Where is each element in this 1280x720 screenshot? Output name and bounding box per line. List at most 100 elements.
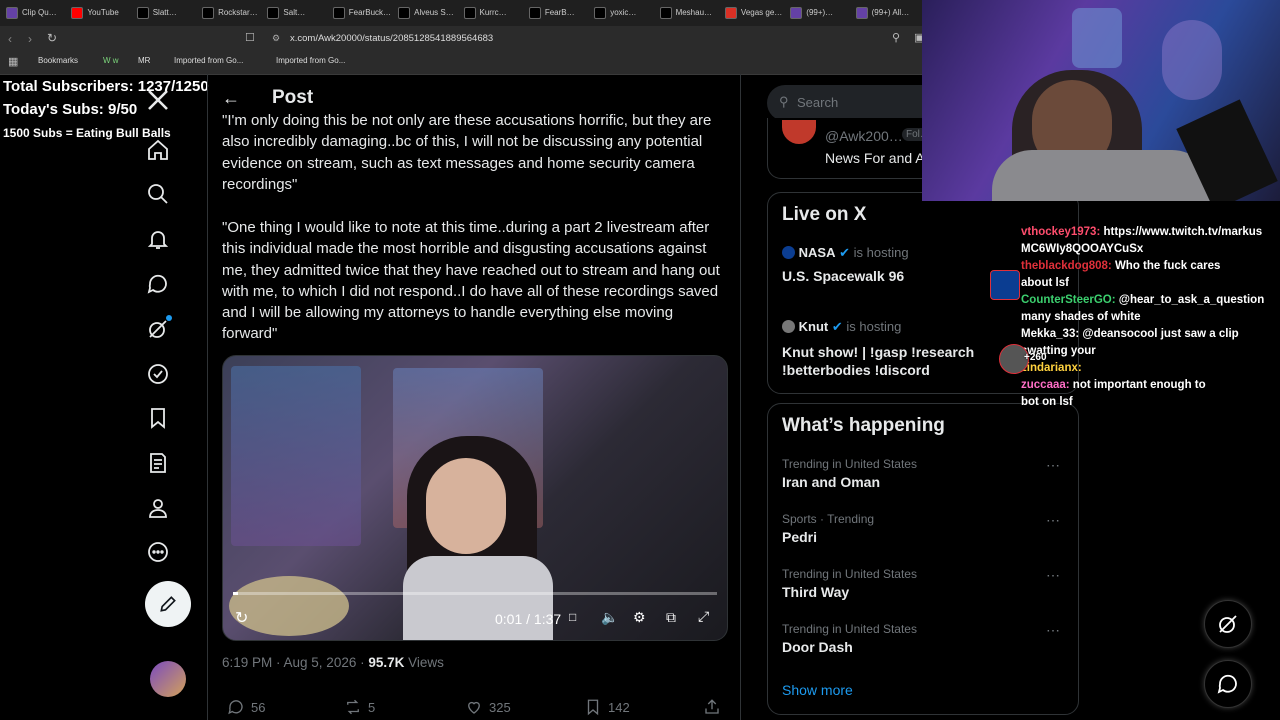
grok-float-button[interactable] — [1204, 600, 1252, 648]
tab-label: Slatt… — [152, 8, 177, 17]
replay-icon[interactable]: ↻ — [235, 608, 248, 628]
video-player[interactable]: ↻ 0:01 / 1:37 □ 🔈 ⚙ ⧉ ⤢ — [222, 355, 728, 641]
verified-badge-icon: ✔ — [831, 319, 843, 334]
profile-handle[interactable]: @Awk200… — [825, 128, 903, 144]
reply-count: 56 — [251, 699, 266, 715]
trend-name[interactable]: Pedri — [782, 529, 817, 545]
trend-name[interactable]: Door Dash — [782, 639, 853, 655]
reply-button[interactable]: 56 — [227, 698, 265, 716]
account-avatar[interactable] — [150, 661, 186, 697]
verified-icon[interactable] — [146, 362, 170, 386]
bookmark-folder[interactable]: Imported from Go... — [276, 56, 345, 65]
chat-text: @deansocool just saw a clip — [1082, 328, 1239, 340]
browser-tab[interactable]: FearB… — [528, 3, 586, 22]
tab-label: (99+) All… — [871, 8, 910, 17]
share-button[interactable] — [703, 698, 721, 716]
captions-icon[interactable]: □ — [569, 610, 576, 624]
more-options-icon[interactable]: ⋯ — [1046, 512, 1061, 529]
more-options-icon[interactable]: ⋯ — [1046, 567, 1061, 584]
video-progress-track[interactable] — [233, 592, 717, 595]
messages-float-button[interactable] — [1204, 660, 1252, 708]
repost-button[interactable]: 5 — [344, 698, 375, 716]
more-options-icon[interactable]: ⋯ — [1046, 622, 1061, 639]
profile-avatar[interactable] — [782, 120, 816, 144]
browser-tab[interactable]: (99+)… — [790, 3, 847, 22]
back-arrow-icon[interactable]: ‹ — [8, 32, 12, 46]
browser-tab[interactable]: YouTube — [71, 3, 128, 22]
browser-tab[interactable]: Slatt… — [136, 3, 194, 22]
more-icon[interactable] — [146, 540, 170, 564]
volume-icon[interactable]: 🔈 — [601, 609, 618, 626]
back-arrow-icon[interactable]: ← — [222, 88, 240, 109]
live-title[interactable]: U.S. Spacewalk 96 — [782, 268, 904, 284]
chat-text: not important enough to — [1072, 379, 1206, 391]
bookmark-item[interactable]: MR — [138, 56, 150, 65]
live-title[interactable]: Knut show! | !gasp !research !betterbodi… — [782, 343, 982, 379]
post-timestamp[interactable]: 6:19 PM · Aug 5, 2026 — [222, 655, 356, 670]
browser-tab[interactable]: Salt… — [267, 3, 324, 22]
chat-username: zindarianx: — [1021, 362, 1082, 374]
more-options-icon[interactable]: ⋯ — [1046, 457, 1061, 474]
url-field[interactable]: x.com/Awk20000/status/208512854188956468… — [290, 33, 493, 44]
chat-avatar — [990, 270, 1020, 300]
tab-label: FearB… — [544, 8, 575, 17]
profile-icon[interactable] — [146, 496, 170, 520]
bookmark-button[interactable]: 142 — [584, 698, 630, 716]
bookmark-item[interactable]: W w — [103, 56, 119, 65]
articles-icon[interactable] — [146, 451, 170, 475]
tab-favicon-icon — [790, 6, 803, 19]
tab-favicon-icon — [267, 6, 280, 19]
search-input[interactable]: Search — [797, 95, 838, 110]
apps-grid-icon[interactable]: ▦ — [8, 55, 18, 68]
whats-happening-title: What’s happening — [782, 415, 945, 436]
browser-tab[interactable]: FearBuck… — [332, 3, 390, 22]
show-more-link[interactable]: Show more — [782, 682, 853, 698]
tab-favicon-icon — [136, 6, 149, 19]
explore-search-icon[interactable] — [146, 182, 170, 206]
settings-gear-icon[interactable]: ⚙ — [633, 609, 646, 626]
tab-label: Kurrc… — [479, 8, 507, 17]
chat-message: bot on lsf — [1021, 394, 1073, 411]
home-icon[interactable] — [146, 138, 170, 162]
trend-name[interactable]: Iran and Oman — [782, 474, 880, 490]
knut-avatar — [782, 320, 795, 333]
live-host-row[interactable]: NASA ✔ is hosting — [782, 245, 909, 261]
repost-count: 5 — [368, 699, 376, 715]
live-host-name: NASA — [798, 245, 836, 260]
like-button[interactable]: 325 — [465, 698, 511, 716]
video-progress-fill — [233, 592, 238, 595]
browser-tab[interactable]: yoxic… — [594, 3, 651, 22]
bookmark-star-icon[interactable]: ☐ — [245, 31, 255, 44]
messages-icon[interactable] — [146, 272, 170, 296]
bookmarks-icon[interactable] — [146, 406, 170, 430]
forward-arrow-icon[interactable]: › — [28, 32, 32, 46]
browser-tab[interactable]: Vegas ge… — [724, 3, 782, 22]
bookmark-item[interactable]: Bookmarks — [38, 56, 78, 65]
browser-tab[interactable]: Meshau… — [659, 3, 717, 22]
browser-tab[interactable]: Clip Qu… — [6, 3, 63, 22]
live-host-row[interactable]: Knut ✔ is hosting — [782, 319, 901, 335]
notifications-bell-icon[interactable] — [146, 227, 170, 251]
reload-icon[interactable]: ↻ — [47, 31, 57, 45]
bookmark-folder[interactable]: Imported from Go... — [174, 56, 243, 65]
trend-name[interactable]: Third Way — [782, 584, 849, 600]
zoom-icon[interactable]: ⚲ — [892, 31, 900, 44]
browser-tab[interactable]: Kurrc… — [463, 3, 521, 22]
total-subscribers-overlay: Total Subscribers: 1237/1250 — [3, 78, 209, 95]
grok-icon[interactable] — [146, 315, 172, 341]
tab-favicon-icon — [6, 6, 18, 19]
live-host-name: Knut — [798, 319, 829, 334]
browser-tab[interactable]: (99+) All… — [855, 3, 913, 22]
site-info-icon[interactable]: ⚙ — [272, 33, 280, 44]
divider — [740, 74, 741, 720]
post-meta: 6:19 PM · Aug 5, 2026 · 95.7K Views — [222, 655, 444, 670]
browser-tab[interactable]: Alveus S… — [398, 3, 455, 22]
compose-post-button[interactable] — [145, 581, 191, 627]
repost-icon — [347, 699, 359, 715]
pip-icon[interactable]: ⧉ — [666, 609, 676, 626]
browser-tab[interactable]: Rockstar… — [202, 3, 259, 22]
fullscreen-icon[interactable]: ⤢ — [698, 608, 709, 625]
x-logo-icon[interactable] — [146, 88, 170, 112]
live-section-title: Live on X — [782, 204, 867, 225]
tab-label: Meshau… — [675, 8, 713, 17]
